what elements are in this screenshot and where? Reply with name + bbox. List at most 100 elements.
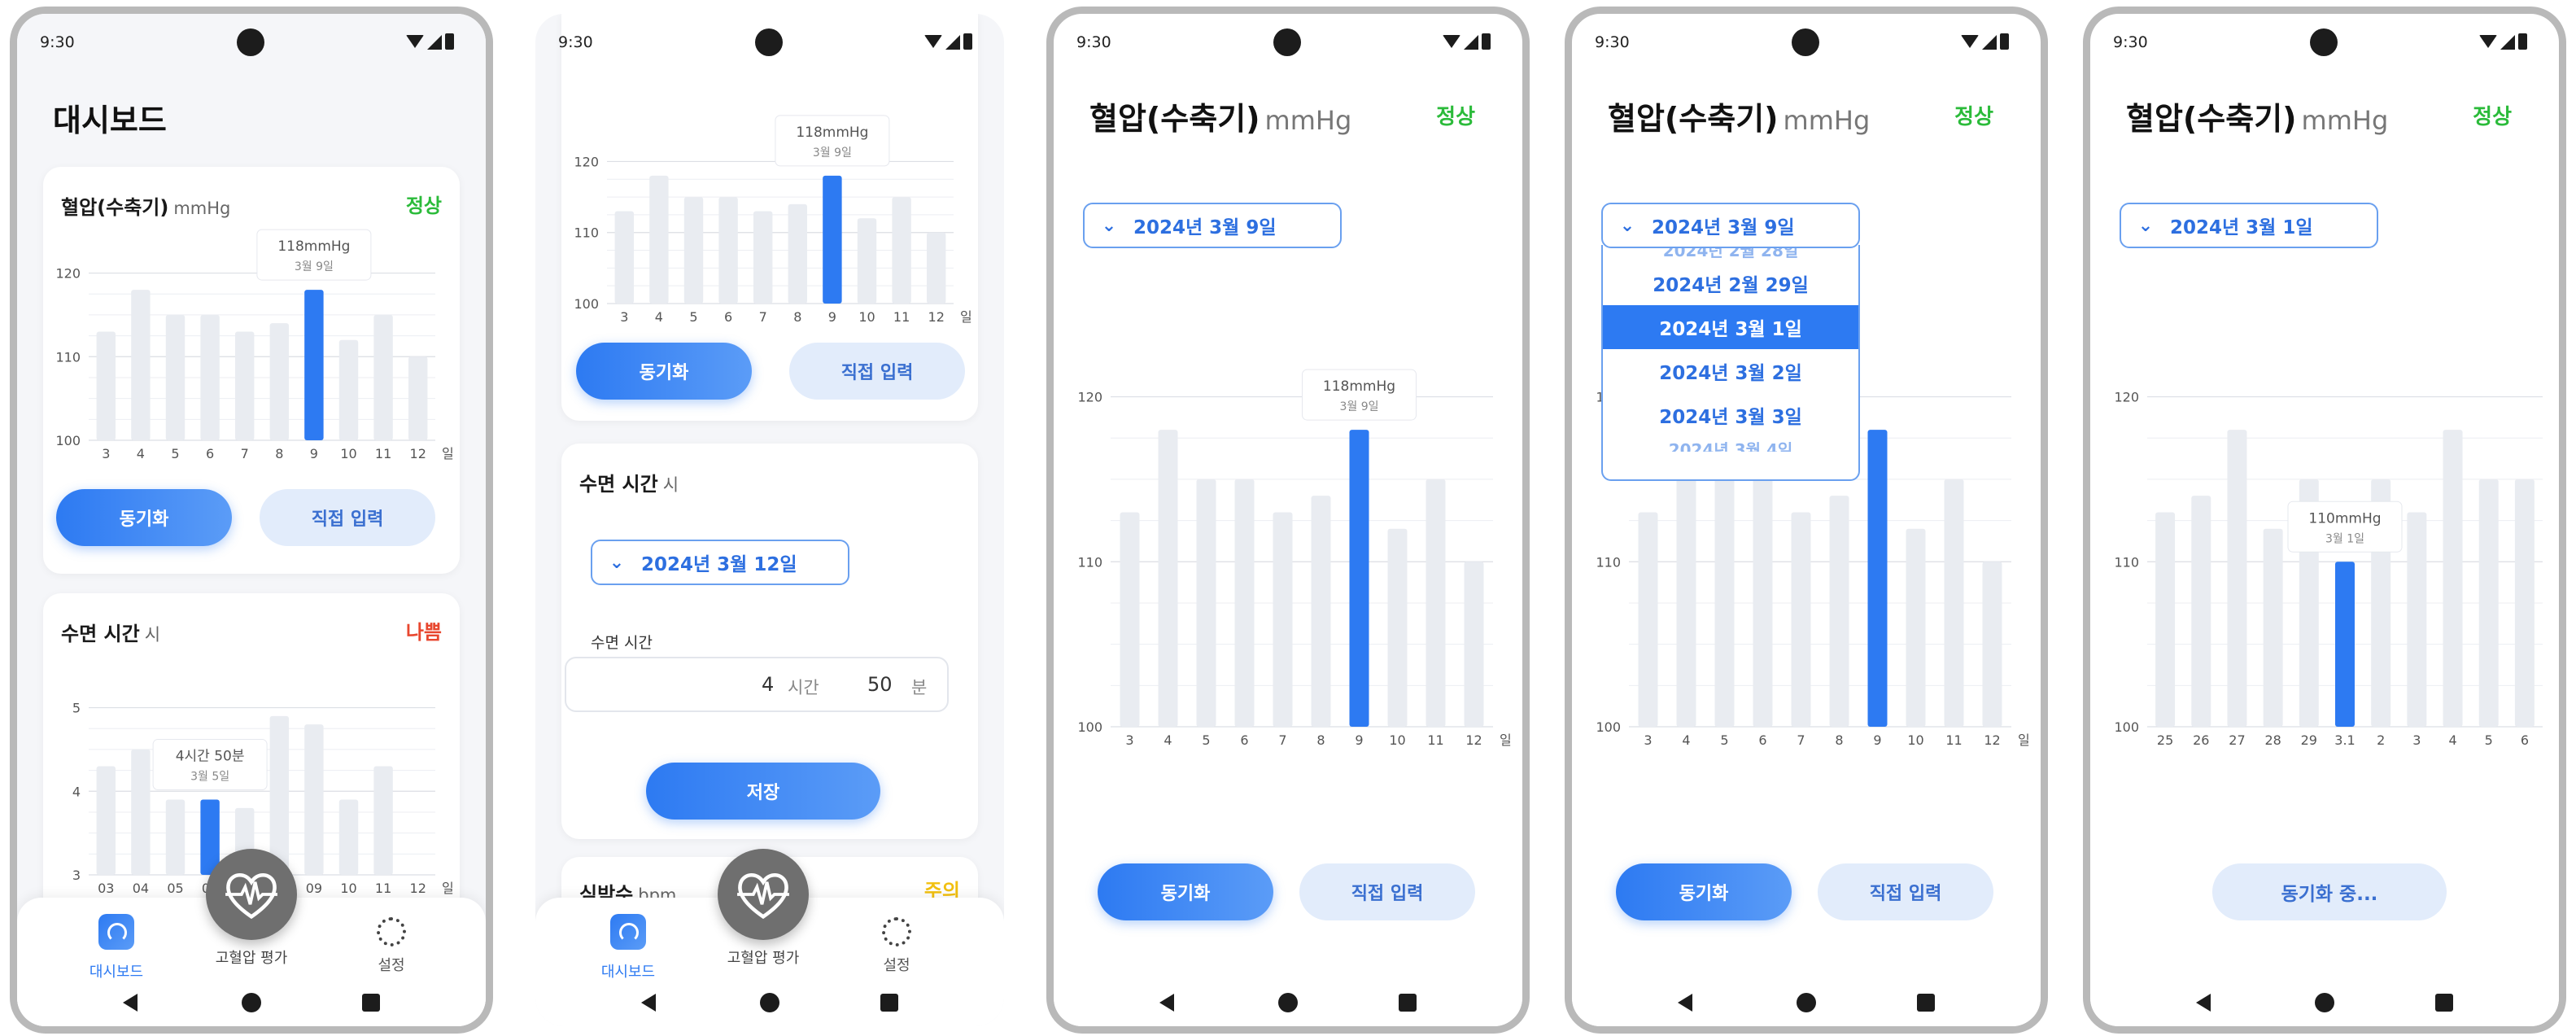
nav-hypertension-label[interactable]: 고혈압 평가 [698, 946, 828, 968]
x-tick-label: 9 [310, 446, 318, 461]
sleep-time-input[interactable]: 4 시간 50 분 [565, 657, 949, 712]
tooltip-date: 3월 9일 [1339, 400, 1378, 413]
dropdown-option[interactable]: 2024년 3월 3일 [1603, 393, 1858, 437]
gear-icon [377, 917, 406, 946]
recents-icon[interactable] [1399, 994, 1417, 1012]
status-time: 9:30 [40, 33, 75, 51]
nav-settings[interactable]: 설정 [848, 914, 945, 975]
bp-chart-scrolled[interactable]: 100 110 120 3 4 5 6 7 8 9 10 11 12 일 118mmHg 3월 9일 [561, 79, 978, 331]
sleep-date-picker[interactable]: ⌄ 2024년 3월 12일 [591, 540, 849, 585]
y-tick-label: 3 [72, 868, 81, 883]
back-icon[interactable] [641, 994, 656, 1012]
status-bar: 9:30 [1054, 14, 1522, 79]
minutes-label: 분 [911, 678, 928, 697]
y-tick-label: 100 [1077, 719, 1102, 735]
sync-button[interactable]: 동기화 [56, 489, 232, 546]
home-icon[interactable] [242, 993, 261, 1012]
home-icon[interactable] [2315, 993, 2334, 1012]
status-icons [2479, 33, 2538, 51]
sync-button[interactable]: 동기화 [1616, 863, 1792, 920]
chevron-down-icon: ⌄ [1101, 215, 1117, 236]
chevron-down-icon: ⌄ [2137, 215, 2154, 236]
x-tick-label: 5 [1202, 732, 1210, 748]
home-icon[interactable] [760, 993, 779, 1012]
bar [269, 715, 290, 875]
signal-icon [427, 35, 442, 50]
bottom-nav: 대시보드 고혈압 평가 설정 [17, 849, 486, 981]
bar [926, 232, 946, 304]
nav-settings[interactable]: 설정 [343, 914, 440, 975]
heart-monitor-icon [225, 872, 277, 920]
nav-dashboard-label: 대시보드 [600, 964, 656, 981]
bp-chart[interactable]: 100 110 120 3 4 5 6 7 8 9 10 11 12 일 118mmHg 3월 9일 [43, 224, 460, 468]
y-tick-label: 110 [55, 349, 81, 365]
bar [1387, 528, 1408, 727]
x-tick-label: 3 [2412, 732, 2421, 748]
phone-bp-syncing: 9:30 혈압(수축기) mmHg 정상 ⌄ 2024년 3월 1일 100 110… [2083, 7, 2566, 1034]
bp-detail-chart[interactable]: 100 110 120 3 4 5 6 7 8 9 10 11 12 일 118mmHg 3월 9일 [1054, 331, 1522, 763]
recents-icon[interactable] [880, 994, 898, 1012]
nav-dashboard[interactable]: 대시보드 [68, 914, 165, 981]
date-picker-value: 2024년 3월 9일 [1133, 217, 1277, 238]
recents-icon[interactable] [1917, 994, 1935, 1012]
tooltip-date: 3월 9일 [813, 146, 852, 160]
camera-cutout [1792, 28, 1819, 56]
bar [2478, 479, 2499, 727]
date-dropdown-list[interactable]: 2024년 2월 28일 2024년 2월 29일 2024년 3월 1일 20… [1601, 245, 1860, 481]
nav-dashboard[interactable]: 대시보드 [579, 914, 677, 981]
title-unit: mmHg [2301, 105, 2389, 136]
sleep-field-label: 수면 시간 [591, 634, 653, 652]
hypertension-fab[interactable] [718, 849, 809, 940]
bar [1426, 479, 1446, 727]
minutes-value[interactable]: 50 [867, 673, 893, 696]
bar-highlighted [1349, 430, 1369, 727]
back-icon[interactable] [123, 994, 138, 1012]
manual-input-button[interactable]: 직접 입력 [1818, 863, 1993, 920]
bar [1234, 479, 1255, 727]
x-tick-label: 8 [275, 446, 283, 461]
x-axis-suffix: 일 [2018, 732, 2030, 748]
manual-input-button[interactable]: 직접 입력 [1299, 863, 1475, 920]
tooltip-value: 110mmHg [2308, 510, 2381, 527]
bar [614, 211, 635, 304]
camera-cutout [237, 28, 264, 56]
y-tick-label: 4 [72, 784, 81, 799]
home-icon[interactable] [1797, 993, 1816, 1012]
dropdown-option[interactable]: 2024년 3월 2일 [1603, 349, 1858, 393]
home-icon[interactable] [1278, 993, 1298, 1012]
tooltip-date: 3월 1일 [2325, 532, 2364, 545]
back-icon[interactable] [1159, 994, 1174, 1012]
date-picker[interactable]: ⌄ 2024년 3월 9일 [1601, 203, 1860, 248]
manual-input-button[interactable]: 직접 입력 [789, 343, 965, 400]
sleep-card-title: 수면 시간 시 [579, 468, 679, 496]
back-icon[interactable] [1678, 994, 1692, 1012]
recents-icon[interactable] [362, 994, 380, 1012]
chart-tooltip: 110mmHg 3월 1일 [2287, 501, 2403, 553]
date-picker[interactable]: ⌄ 2024년 3월 9일 [1083, 203, 1342, 248]
manual-input-button[interactable]: 직접 입력 [260, 489, 435, 546]
bar [718, 197, 738, 304]
dropdown-option[interactable]: 2024년 3월 4일 [1603, 437, 1858, 452]
hypertension-fab[interactable] [206, 849, 297, 940]
save-button[interactable]: 저장 [646, 763, 880, 820]
dropdown-option-selected[interactable]: 2024년 3월 1일 [1603, 305, 1858, 349]
recents-icon[interactable] [2435, 994, 2453, 1012]
hours-value[interactable]: 4 [762, 673, 774, 696]
page-title: 혈압(수축기) mmHg [1608, 94, 1870, 138]
x-tick-label: 6 [206, 446, 214, 461]
nav-hypertension-label[interactable]: 고혈압 평가 [186, 946, 317, 968]
sync-button[interactable]: 동기화 [576, 343, 752, 400]
bp-card[interactable]: 혈압(수축기) mmHg 정상 100 110 120 3 4 5 6 7 8 9 10 11 12 일 11… [43, 167, 460, 574]
date-picker[interactable]: ⌄ 2024년 3월 1일 [2120, 203, 2378, 248]
status-icons [1961, 33, 2019, 51]
bp-syncing-chart[interactable]: 100 110 120 25 26 27 28 29 3.1 2 3 4 5 6 110mmHg 3월 1일 [2090, 331, 2559, 763]
dropdown-option[interactable]: 2024년 2월 29일 [1603, 261, 1858, 305]
bar [165, 314, 186, 440]
sync-button[interactable]: 동기화 [1098, 863, 1273, 920]
wifi-icon [924, 35, 942, 48]
bar [1311, 496, 1331, 727]
bar-highlighted [1867, 430, 1888, 727]
status-badge: 정상 [2473, 105, 2512, 129]
back-icon[interactable] [2196, 994, 2211, 1012]
syncing-button[interactable]: 동기화 중... [2212, 863, 2447, 920]
